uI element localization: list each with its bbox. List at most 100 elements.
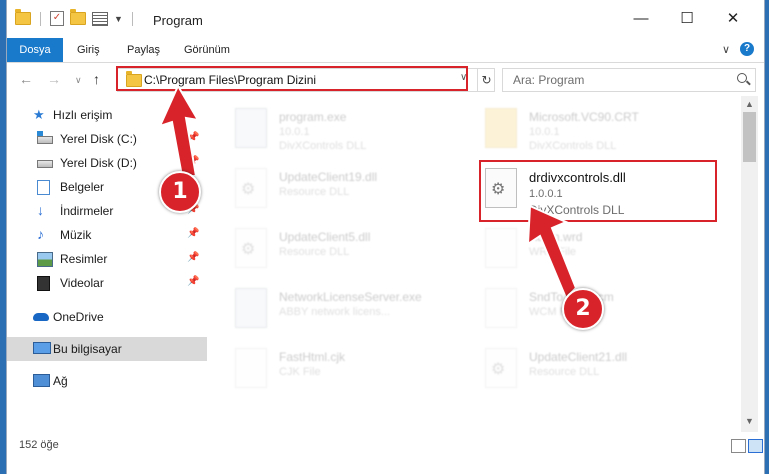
sidebar-item-videos[interactable]: Videolar 📌 (7, 271, 207, 295)
sidebar-item-label: İndirmeler (60, 204, 114, 218)
sidebar-item-onedrive[interactable]: OneDrive (7, 305, 207, 329)
sidebar-item-pictures[interactable]: Resimler 📌 (7, 247, 207, 271)
search-input[interactable]: Ara: Program (502, 68, 756, 92)
sidebar-item-local-disk-c[interactable]: Yerel Disk (C:) 📌 (7, 127, 207, 151)
file-item[interactable]: UpdateClient21.dll Resource DLL (463, 346, 703, 392)
music-icon: ♪ (37, 226, 44, 242)
sidebar-item-quick-access[interactable]: ★ Hızlı erişim (7, 103, 207, 127)
step-1-badge: 1 (159, 171, 201, 213)
download-icon: ↓ (37, 202, 44, 218)
customize-icon[interactable] (92, 11, 108, 26)
exe-icon (235, 108, 267, 148)
file-description: ABBY network licens... (279, 306, 391, 318)
folder-icon (485, 108, 517, 148)
drive-icon (37, 131, 53, 144)
folder-icon (15, 9, 31, 25)
pin-icon[interactable]: 📌 (187, 156, 199, 167)
sidebar-item-label: Ağ (53, 374, 68, 388)
file-icon (485, 288, 517, 328)
file-item[interactable]: UpdateClient19.dll Resource DLL (213, 166, 453, 212)
file-name: NetworkLicenseServer.exe (279, 290, 422, 304)
search-placeholder: Ara: Program (513, 73, 585, 87)
file-type: CJK File (279, 366, 321, 378)
navigation-bar: ← → ∨ ↑ C:\Program Files\Program Dizini … (7, 63, 764, 95)
explorer-window: ✓ ▼ Program — ☐ ✕ Dosya Giriş Paylaş Gör… (6, 0, 765, 474)
computer-icon (33, 342, 51, 354)
file-name: UpdateClient19.dll (279, 170, 378, 184)
file-type: WRD File (529, 246, 577, 258)
navigation-pane: ★ Hızlı erişim Yerel Disk (C:) 📌 Yerel D… (7, 100, 207, 440)
file-type: Resource DLL (279, 186, 350, 198)
help-icon[interactable]: ? (740, 42, 754, 56)
quick-access-toolbar: ✓ ▼ (15, 9, 136, 26)
file-item[interactable]: Addin.wrd WRD File (463, 226, 703, 272)
details-view-icon[interactable] (731, 439, 746, 453)
sidebar-item-label: Bu bilgisayar (53, 342, 122, 356)
recent-locations-button[interactable]: ∨ (75, 75, 82, 86)
search-icon[interactable] (737, 73, 747, 83)
minimize-button[interactable]: — (618, 0, 664, 38)
status-bar: 152 öğe (7, 436, 764, 474)
qat-dropdown-icon[interactable]: ▼ (114, 14, 123, 24)
sidebar-item-label: Videolar (60, 276, 104, 290)
dll-icon (235, 168, 267, 208)
star-icon: ★ (33, 107, 45, 122)
pin-icon[interactable]: 📌 (187, 132, 199, 143)
ribbon-expand-icon[interactable]: ∨ (722, 43, 730, 56)
back-button[interactable]: ← (19, 71, 33, 87)
cloud-icon (33, 313, 49, 321)
documents-icon (37, 180, 50, 195)
scroll-down-icon[interactable]: ▼ (745, 416, 754, 426)
title-bar: ✓ ▼ Program — ☐ ✕ (7, 0, 764, 38)
forward-button[interactable]: → (47, 71, 61, 87)
file-icon (485, 228, 517, 268)
step-2-badge: 2 (562, 288, 604, 330)
pin-icon[interactable]: 📌 (187, 252, 199, 263)
sidebar-item-label: Yerel Disk (D:) (60, 156, 137, 170)
up-button[interactable]: ↑ (93, 71, 100, 87)
file-description: DivXControls DLL (529, 140, 617, 152)
sidebar-item-network[interactable]: Ağ (7, 369, 207, 393)
file-item[interactable]: FastHtml.cjk CJK File (213, 346, 453, 392)
vertical-scrollbar[interactable]: ▲ ▼ (741, 96, 758, 432)
close-button[interactable]: ✕ (710, 0, 756, 38)
file-item[interactable]: UpdateClient5.dll Resource DLL (213, 226, 453, 272)
sidebar-item-label: Hızlı erişim (53, 108, 113, 122)
drive-icon (37, 160, 53, 168)
pin-icon[interactable]: 📌 (187, 276, 199, 287)
file-description: DivXControls DLL (279, 140, 367, 152)
file-item[interactable]: NetworkLicenseServer.exe ABBY network li… (213, 286, 453, 332)
file-type: Resource DLL (529, 366, 600, 378)
exe-icon (235, 288, 267, 328)
window-title: Program (153, 13, 203, 28)
refresh-button[interactable]: ↻ (477, 69, 495, 91)
sidebar-item-label: Yerel Disk (C:) (60, 132, 137, 146)
sidebar-item-label: OneDrive (53, 310, 104, 324)
sidebar-item-this-pc[interactable]: Bu bilgisayar (7, 337, 207, 361)
tab-share[interactable]: Paylaş (127, 38, 160, 62)
scroll-thumb[interactable] (743, 112, 756, 162)
file-icon (235, 348, 267, 388)
sidebar-item-music[interactable]: ♪ Müzik 📌 (7, 223, 207, 247)
new-folder-icon[interactable] (70, 9, 86, 25)
network-icon (33, 374, 50, 387)
tab-home[interactable]: Giriş (77, 38, 100, 62)
tiles-view-icon[interactable] (748, 439, 763, 453)
sidebar-item-label: Müzik (60, 228, 92, 242)
properties-icon[interactable]: ✓ (50, 11, 64, 26)
scroll-up-icon[interactable]: ▲ (745, 99, 754, 109)
item-count: 152 öğe (19, 439, 59, 451)
address-highlight-box (116, 66, 468, 91)
file-name: UpdateClient21.dll (529, 350, 628, 364)
pin-icon[interactable]: 📌 (187, 228, 199, 239)
file-item[interactable]: program.exe 10.0.1 DivXControls DLL (213, 106, 453, 152)
file-name: Microsoft.VC90.CRT (529, 110, 639, 124)
file-item[interactable]: Microsoft.VC90.CRT 10.0.1 DivXControls D… (463, 106, 703, 152)
maximize-button[interactable]: ☐ (664, 0, 710, 38)
file-name: program.exe (279, 110, 347, 124)
dll-icon (485, 348, 517, 388)
tab-file[interactable]: Dosya (7, 38, 63, 62)
file-version: 10.0.1 (279, 126, 310, 138)
tab-view[interactable]: Görünüm (184, 38, 230, 62)
pictures-icon (37, 252, 53, 267)
